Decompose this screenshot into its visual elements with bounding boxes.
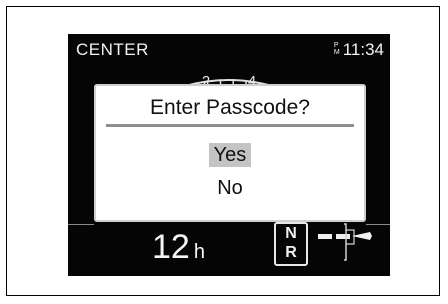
yes-option[interactable]: Yes [96,143,364,167]
gear-neutral: N [285,225,297,242]
no-option[interactable]: No [96,177,364,200]
no-option-label: No [217,177,243,199]
instrument-display: CENTER P M 11:34 2 4 12 h N R Enter Passc… [68,34,390,276]
passcode-dialog: Enter Passcode? Yes No [94,84,366,222]
engine-hours: 12 h [152,230,205,269]
hours-unit: h [193,241,205,263]
dialog-divider [106,124,354,127]
dialog-title: Enter Passcode? [150,96,310,119]
trim-indicator-icon [318,223,372,261]
hours-value: 12 [152,228,190,266]
gear-reverse: R [285,244,297,261]
yes-option-label: Yes [208,143,252,167]
horizon-line-left [68,224,94,225]
gear-indicator: N R [274,222,308,266]
